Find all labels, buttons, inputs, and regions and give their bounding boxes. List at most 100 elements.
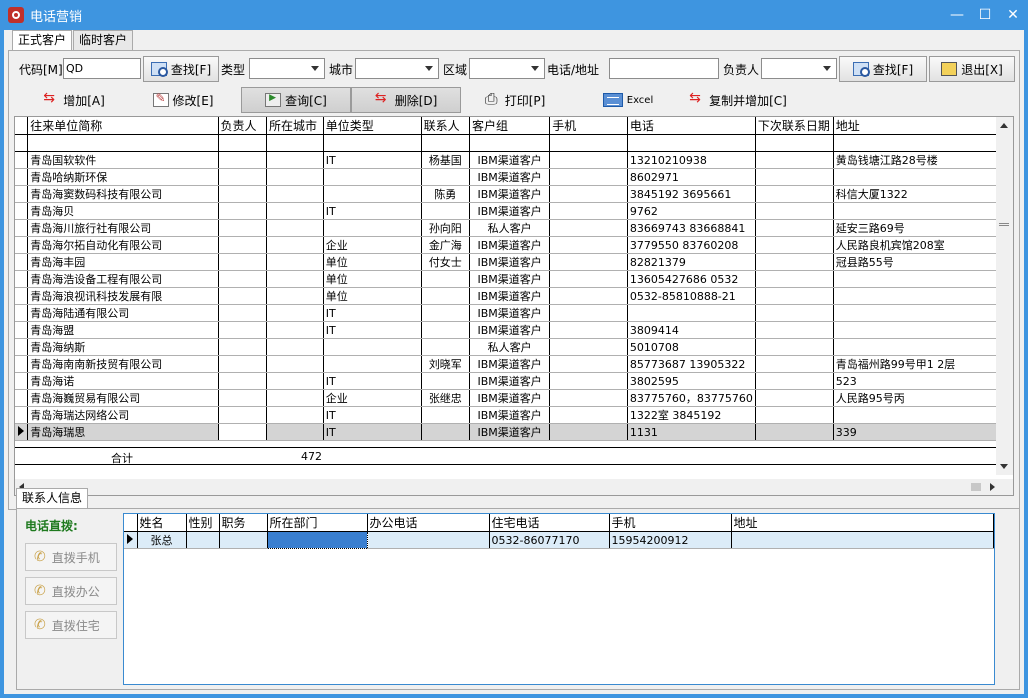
grid-cell[interactable] (266, 389, 324, 407)
grid-cell[interactable] (421, 321, 471, 339)
excel-button[interactable]: Excel (595, 87, 661, 113)
grid-cell[interactable] (833, 304, 1013, 322)
col-gender[interactable]: 性别 (186, 514, 220, 532)
exit-button[interactable]: 退出[X] (929, 56, 1015, 82)
col-department[interactable]: 所在部门 (267, 514, 368, 532)
grid-cell[interactable] (323, 168, 422, 186)
col-office-phone[interactable]: 办公电话 (367, 514, 490, 532)
table-row[interactable]: 张总 0532-86077170 15954200912 (124, 531, 994, 549)
grid-vertical-scrollbar[interactable] (996, 117, 1013, 475)
grid-cell[interactable]: 0532-85810888-21 (627, 287, 756, 305)
add-button[interactable]: 增加[A] (37, 87, 111, 113)
grid-horizontal-scrollbar[interactable] (15, 479, 1013, 495)
grid-cell[interactable]: IBM渠道客户 (469, 202, 551, 220)
table-row[interactable]: 青岛海盟 IT IBM渠道客户 3809414 (15, 321, 1013, 339)
grid-cell[interactable]: 孙向阳 (421, 219, 471, 237)
grid-cell[interactable] (218, 168, 268, 186)
phone-address-input[interactable] (609, 58, 719, 79)
grid-cell[interactable]: IBM渠道客户 (469, 304, 551, 322)
grid-cell[interactable] (549, 253, 628, 271)
grid-cell[interactable] (833, 406, 1013, 424)
grid-cell[interactable]: 3845192 3695661 (627, 185, 756, 203)
grid-cell[interactable]: 13210210938 (627, 151, 756, 169)
grid-cell[interactable] (833, 287, 1013, 305)
grid-cell[interactable]: 付女士 (421, 253, 471, 271)
grid-cell[interactable]: 青岛海川旅行社有限公司 (27, 219, 219, 237)
grid-cell[interactable] (218, 253, 268, 271)
grid-cell[interactable] (266, 236, 324, 254)
table-row[interactable]: 青岛海瑞达网络公司 IT IBM渠道客户 1322室 3845192 (15, 406, 1013, 424)
grid-cell[interactable] (549, 355, 628, 373)
table-row[interactable]: 青岛海陆通有限公司 IT IBM渠道客户 (15, 304, 1013, 322)
focused-cell[interactable] (266, 531, 368, 549)
edit-button[interactable]: 修改[E] (147, 87, 219, 113)
col-next-contact-date[interactable]: 下次联系日期 (755, 117, 834, 135)
grid-cell[interactable] (549, 287, 628, 305)
grid-cell[interactable] (549, 304, 628, 322)
grid-cell[interactable] (549, 168, 628, 186)
table-row[interactable]: 青岛国软软件 IT 杨基国 IBM渠道客户 13210210938 黄岛钱塘江路28号楼 (15, 151, 1013, 169)
grid-cell[interactable] (266, 321, 324, 339)
grid-cell[interactable] (549, 236, 628, 254)
grid-cell[interactable]: 企业 (323, 389, 422, 407)
grid-cell[interactable] (421, 270, 471, 288)
grid-cell[interactable] (266, 304, 324, 322)
grid-cell[interactable] (218, 287, 268, 305)
grid-cell[interactable]: IBM渠道客户 (469, 253, 551, 271)
col-title[interactable]: 职务 (219, 514, 268, 532)
grid-cell[interactable]: IBM渠道客户 (469, 389, 551, 407)
grid-cell[interactable]: IT (323, 202, 422, 220)
grid-cell[interactable] (421, 202, 471, 220)
grid-cell[interactable] (549, 372, 628, 390)
grid-cell[interactable] (549, 406, 628, 424)
grid-cell[interactable]: IT (323, 151, 422, 169)
col-address[interactable]: 地址 (833, 117, 1013, 135)
grid-cell[interactable]: 523 (833, 372, 1013, 390)
table-row[interactable]: 青岛海南南新技贸有限公司 刘晓军 IBM渠道客户 85773687 13905322 青… (15, 355, 1013, 373)
maximize-icon[interactable]: ☐ (976, 6, 994, 24)
grid-cell[interactable]: 13605427686 0532 (627, 270, 756, 288)
grid-cell[interactable] (549, 270, 628, 288)
grid-cell[interactable] (421, 168, 471, 186)
grid-cell[interactable] (627, 304, 756, 322)
grid-cell[interactable] (421, 423, 471, 441)
grid-cell[interactable] (218, 304, 268, 322)
grid-cell[interactable] (755, 151, 834, 169)
grid-cell[interactable] (833, 270, 1013, 288)
grid-cell[interactable] (549, 202, 628, 220)
grid-cell[interactable] (833, 202, 1013, 220)
grid-cell[interactable] (218, 270, 268, 288)
type-select[interactable] (249, 58, 325, 79)
col-mobile[interactable]: 手机 (609, 514, 732, 532)
grid-cell[interactable] (549, 423, 628, 441)
table-row[interactable]: 青岛哈纳斯环保 IBM渠道客户 8602971 (15, 168, 1013, 186)
grid-cell[interactable]: IT (323, 304, 422, 322)
grid-cell[interactable]: 5010708 (627, 338, 756, 356)
grid-cell[interactable] (218, 185, 268, 203)
grid-cell[interactable] (549, 185, 628, 203)
grid-cell[interactable] (755, 202, 834, 220)
scroll-down-icon[interactable] (1000, 464, 1008, 469)
table-row[interactable]: 青岛海尔拓自动化有限公司 企业 金广海 IBM渠道客户 3779550 83760208… (15, 236, 1013, 254)
grid-cell[interactable] (218, 338, 268, 356)
grid-cell[interactable] (266, 219, 324, 237)
grid-cell[interactable]: 张继忠 (421, 389, 471, 407)
search-button-1[interactable]: 查找[F] (143, 56, 219, 82)
grid-cell[interactable]: IBM渠道客户 (469, 406, 551, 424)
grid-cell[interactable]: 青岛海贝 (27, 202, 219, 220)
grid-cell[interactable]: 私人客户 (469, 219, 551, 237)
tab-temp-customers[interactable]: 临时客户 (73, 30, 134, 50)
tab-contact-info[interactable]: 联系人信息 (16, 488, 89, 509)
close-icon[interactable]: ✕ (1004, 6, 1022, 24)
col-name[interactable]: 姓名 (137, 514, 187, 532)
table-row[interactable]: 青岛海浩设备工程有限公司 单位 IBM渠道客户 13605427686 0532 (15, 270, 1013, 288)
grid-cell[interactable]: 83669743 83668841 (627, 219, 756, 237)
table-row[interactable]: 青岛海巍贸易有限公司 企业 张继忠 IBM渠道客户 83775760，83775760 人… (15, 389, 1013, 407)
grid-cell[interactable]: 科信大厦1322 (833, 185, 1013, 203)
grid-cell[interactable]: 青岛海浩设备工程有限公司 (27, 270, 219, 288)
table-row[interactable]: 青岛海川旅行社有限公司 孙向阳 私人客户 83669743 83668841 延安三路6… (15, 219, 1013, 237)
grid-cell[interactable]: IT (323, 372, 422, 390)
grid-cell[interactable] (755, 321, 834, 339)
grid-cell[interactable] (755, 219, 834, 237)
grid-cell[interactable]: IT (323, 406, 422, 424)
